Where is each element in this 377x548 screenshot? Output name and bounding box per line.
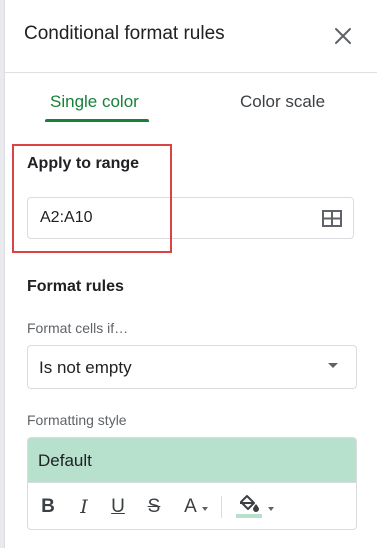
strikethrough-button[interactable]: S [142,493,166,521]
format-rules-label: Format rules [27,278,124,295]
tab-color-scale[interactable]: Color scale [240,92,325,112]
underline-button[interactable]: U [106,493,130,521]
italic-button[interactable]: I [72,493,96,521]
close-icon[interactable] [331,24,355,48]
tab-single-color[interactable]: Single color [50,92,139,112]
chevron-down-icon [201,507,208,511]
grid-select-icon[interactable] [322,210,342,227]
range-value[interactable]: A2:A10 [40,209,92,227]
condition-dropdown[interactable]: Is not empty [27,345,357,389]
conditional-format-panel: Conditional format rules Single color Co… [4,0,377,548]
chevron-down-icon [267,507,274,511]
toolbar-divider [221,496,222,518]
formatting-style-label: Formatting style [27,412,127,428]
panel-title: Conditional format rules [24,23,225,44]
range-input[interactable]: A2:A10 [27,197,354,239]
rule-type-tabs: Single color Color scale [5,72,377,127]
formatting-style-box: Default B I U S A [27,437,357,530]
dropdown-arrow-icon [328,363,338,368]
bold-button[interactable]: B [36,493,60,521]
fill-color-button[interactable] [232,493,276,521]
format-cells-if-label: Format cells if… [27,320,129,336]
text-color-label: A [184,496,197,517]
panel-header: Conditional format rules [5,0,377,73]
apply-to-range-label: Apply to range [27,155,140,172]
condition-value: Is not empty [39,358,132,377]
text-color-button[interactable]: A [178,493,214,521]
style-preview[interactable]: Default [28,438,356,483]
style-preview-text: Default [38,451,92,470]
active-tab-indicator [45,119,149,122]
fill-color-icon [235,492,263,523]
